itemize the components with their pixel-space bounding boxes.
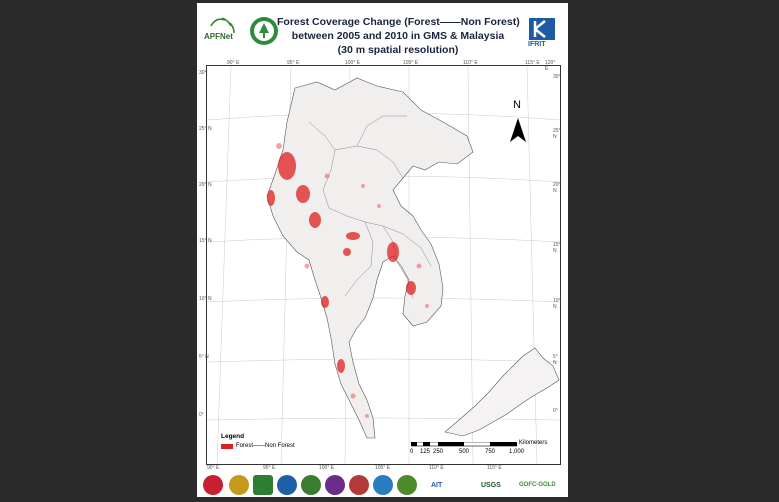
ait-logo: AIT: [431, 482, 443, 489]
maryland-shield-logo: [203, 475, 223, 495]
legend-item-label: Forest——Non Forest: [236, 443, 295, 449]
tick-left-4: 10° N: [199, 296, 212, 302]
north-arrow-icon: [510, 118, 526, 142]
partner-logos: AIT USGS GOFC-GOLD: [197, 468, 568, 497]
scale-label-5: 1,000: [509, 449, 525, 455]
legend-item: Forest——Non Forest: [221, 443, 295, 449]
apfnet-label: APFNet: [204, 32, 233, 41]
emblem-logo-5: [325, 475, 345, 495]
title-line-3: (30 m spatial resolution): [337, 44, 459, 56]
scale-label-2: 250: [433, 449, 444, 455]
tick-top-6: 120° E: [545, 60, 556, 72]
legend-title: Legend: [221, 433, 245, 440]
tick-left-3: 15° N: [199, 238, 212, 244]
gofc-gold-logo: GOFC-GOLD: [519, 482, 556, 488]
emblem-logo-3: [277, 475, 297, 495]
map-sheet: APFNet Forest Coverage Change (Forest——N…: [197, 3, 568, 497]
emblem-logo-2: [253, 475, 273, 495]
tick-top-5: 115° E: [525, 60, 540, 66]
tick-right-6: 0°: [553, 408, 558, 414]
scale-bar: Kilometers 0 125 250 500 750 1,000: [410, 439, 561, 461]
tick-top-4: 110° E: [463, 60, 478, 66]
legend: Legend Forest——Non Forest: [221, 433, 295, 449]
title-line-1: Forest Coverage Change (Forest——Non Fore…: [277, 16, 520, 28]
title-line-2: between 2005 and 2010 in GMS & Malaysia: [291, 30, 505, 42]
forestry-emblem-logo: [250, 17, 278, 45]
tick-top-3: 105° E: [403, 60, 419, 66]
ifrit-label: IFRIT: [528, 41, 546, 48]
tick-left-0: 30°: [199, 70, 207, 76]
scale-label-3: 500: [459, 449, 470, 455]
tick-top-0: 90° E: [227, 60, 240, 66]
scale-bar-graphic: [411, 442, 517, 447]
tick-left-5: 5° N: [199, 354, 209, 360]
tick-top-2: 100° E: [345, 60, 361, 66]
scale-label-0: 0: [410, 449, 414, 455]
tick-right-0: 30°: [553, 74, 561, 80]
legend-swatch: [221, 443, 233, 449]
usgs-logo: USGS: [481, 482, 501, 489]
tick-left-2: 20° N: [199, 182, 212, 188]
forest-change-map: N: [207, 66, 560, 464]
tick-right-5: 5° N: [553, 354, 558, 366]
scale-label-4: 750: [485, 449, 496, 455]
tick-right-3: 15° N: [553, 242, 561, 254]
emblem-logo-7: [373, 475, 393, 495]
scale-unit: Kilometers: [519, 440, 548, 446]
tick-right-2: 20° N: [553, 182, 561, 194]
emblem-logo-6: [349, 475, 369, 495]
tick-left-1: 25° N: [199, 126, 212, 132]
tick-right-1: 25° N: [553, 128, 561, 140]
emblem-logo-4: [301, 475, 321, 495]
emblem-logo-8: [397, 475, 417, 495]
north-label: N: [513, 99, 521, 111]
header: APFNet Forest Coverage Change (Forest——N…: [197, 3, 568, 61]
emblem-logo-1: [229, 475, 249, 495]
scale-label-1: 125: [420, 449, 431, 455]
map-frame: N 90° E 95° E 100° E 105° E 110° E 115° …: [199, 60, 561, 471]
tick-left-6: 0°: [199, 412, 204, 418]
map-title: Forest Coverage Change (Forest——Non Fore…: [277, 15, 520, 57]
tick-top-1: 95° E: [287, 60, 300, 66]
tick-right-4: 10° N: [553, 298, 561, 310]
